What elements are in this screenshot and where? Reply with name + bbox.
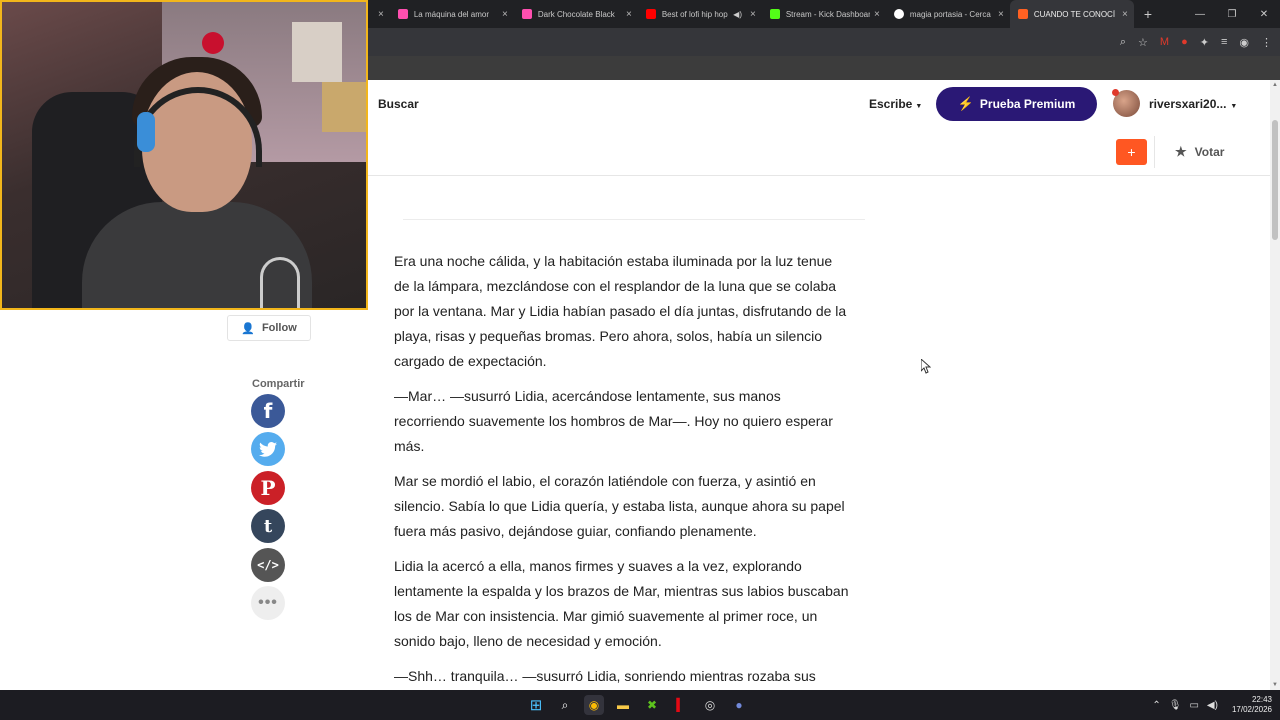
add-to-list-button[interactable]: + <box>1116 139 1147 165</box>
story-paragraph: —Shh… tranquila… —susurró Lidia, sonrien… <box>394 668 816 684</box>
volume-icon[interactable]: ◀) <box>1207 700 1218 711</box>
tab-favicon-icon <box>521 9 532 19</box>
site-header: Buscar Escribe ▼ ⚡ Prueba Premium riversx… <box>368 80 1270 176</box>
avatar[interactable] <box>1112 89 1140 117</box>
divider <box>1154 136 1155 168</box>
youtube-favicon-icon <box>645 9 656 19</box>
google-favicon-icon <box>893 9 904 19</box>
tab-title: La máquina del amor <box>413 9 489 19</box>
scroll-up-icon[interactable]: ▲ <box>1271 82 1279 88</box>
close-window-icon[interactable]: ✕ <box>1248 0 1280 28</box>
profile-icon[interactable]: ◉ <box>1239 36 1249 49</box>
app-red-icon[interactable]: ▍ <box>671 695 691 715</box>
speaker-icon[interactable]: ◀) <box>733 10 742 19</box>
network-icon[interactable]: ▭ <box>1189 700 1198 711</box>
more-options-icon[interactable]: ••• <box>251 586 285 620</box>
user-menu[interactable]: riversxari20... ▼ <box>1149 97 1237 111</box>
pinterest-icon[interactable]: P <box>251 471 285 505</box>
file-explorer-icon[interactable]: ▬ <box>613 695 633 715</box>
search-icon[interactable]: ⌕ <box>555 695 575 715</box>
tab-title: magia portasia - Cerca <box>909 9 991 19</box>
scroll-down-icon[interactable]: ▼ <box>1271 682 1279 688</box>
notification-dot <box>1112 89 1119 96</box>
xbox-icon[interactable]: ✖ <box>642 695 662 715</box>
share-heading: Compartir <box>252 378 305 390</box>
write-menu[interactable]: Escribe ▼ <box>869 97 922 111</box>
story-paragraph: Lidia la acercó a ella, manos firmes y s… <box>394 558 849 649</box>
twitter-icon[interactable] <box>251 432 285 466</box>
new-tab-button[interactable]: + <box>1144 6 1152 22</box>
tab-close-left[interactable]: × <box>378 9 384 20</box>
obs-icon[interactable]: ◎ <box>700 695 720 715</box>
extension-badge-icon[interactable]: ● <box>1181 36 1188 48</box>
vote-button[interactable]: ★ Votar <box>1175 144 1224 160</box>
vote-label: Votar <box>1194 145 1225 159</box>
content-divider <box>403 219 865 220</box>
clock-time: 22:43 <box>1251 695 1272 704</box>
tab-close-icon[interactable]: × <box>998 9 1004 20</box>
premium-label: Prueba Premium <box>979 97 1076 111</box>
story-paragraph: Era una noche cálida, y la habitación es… <box>394 253 847 369</box>
username-label: riversxari20... <box>1149 97 1227 111</box>
premium-button[interactable]: ⚡ Prueba Premium <box>936 87 1097 121</box>
clock-date: 17/02/2026 <box>1231 705 1272 714</box>
media-control-icon[interactable]: ≡ <box>1221 36 1227 48</box>
bookmark-star-icon[interactable]: ☆ <box>1138 36 1148 49</box>
windows-start-icon[interactable]: ⊞ <box>526 695 546 715</box>
tab-title: CUANDO TE CONOCÍ <box>1033 9 1116 19</box>
system-clock[interactable]: 22:43 17/02/2026 <box>1232 695 1272 715</box>
add-user-icon: 👤 <box>241 322 255 335</box>
story-paragraph: Mar se mordió el labio, el corazón latié… <box>394 473 845 539</box>
webcam-overlay <box>0 0 368 310</box>
follow-label: Follow <box>261 322 297 334</box>
zoom-icon[interactable]: ⌕ <box>1120 36 1126 49</box>
wattpad-favicon-icon <box>1017 9 1028 19</box>
write-label: Escribe <box>869 97 913 111</box>
discord-icon[interactable]: ● <box>729 695 749 715</box>
browser-tab[interactable]: Best of lofi hip hop ◀) × <box>638 0 762 28</box>
extension-m-icon[interactable]: M <box>1160 36 1169 48</box>
tab-close-icon[interactable]: × <box>502 9 508 20</box>
mouse-cursor-icon <box>921 359 931 374</box>
lightning-icon: ⚡ <box>957 96 974 111</box>
extensions-puzzle-icon[interactable]: ✦ <box>1200 36 1209 49</box>
star-icon: ★ <box>1175 144 1187 159</box>
kick-favicon-icon <box>769 9 780 19</box>
browser-toolbar: ⌕ ☆ M ● ✦ ≡ ◉ ⋮ <box>368 28 1280 56</box>
browser-tab[interactable]: Stream - Kick Dashboard × <box>762 0 886 28</box>
menu-icon[interactable]: ⋮ <box>1261 36 1272 49</box>
tab-close-icon[interactable]: × <box>626 9 632 20</box>
browser-tab[interactable]: La máquina del amor × <box>390 0 514 28</box>
minimize-icon[interactable]: — <box>1184 0 1216 28</box>
tab-title: Stream - Kick Dashboard <box>785 9 870 19</box>
tab-close-icon[interactable]: × <box>1122 9 1128 20</box>
tab-title: Dark Chocolate Black <box>537 9 615 19</box>
tray-chevron-up-icon[interactable]: ⌃ <box>1152 700 1160 711</box>
page-scrollbar[interactable]: ▲ ▼ <box>1270 80 1280 690</box>
microphone-icon[interactable]: 🎙 <box>1169 700 1182 711</box>
search-link[interactable]: Buscar <box>378 97 419 111</box>
follow-button[interactable]: 👤 Follow <box>227 315 311 341</box>
chevron-down-icon: ▼ <box>915 103 923 110</box>
window-controls: — ❐ ✕ <box>1184 0 1280 28</box>
tab-favicon-icon <box>397 9 408 19</box>
chrome-icon[interactable]: ◉ <box>584 695 604 715</box>
browser-tab-active[interactable]: CUANDO TE CONOCÍ × <box>1009 0 1134 28</box>
restore-icon[interactable]: ❐ <box>1216 0 1248 28</box>
tumblr-icon[interactable]: t <box>251 509 285 543</box>
tab-close-icon[interactable]: × <box>874 9 880 20</box>
chevron-down-icon: ▼ <box>1230 103 1238 110</box>
story-text: Era una noche cálida, y la habitación es… <box>394 249 850 699</box>
browser-tab[interactable]: Dark Chocolate Black × <box>514 0 638 28</box>
tab-close-icon[interactable]: × <box>750 9 756 20</box>
tab-title: Best of lofi hip hop <box>661 9 728 19</box>
bookmarks-strip <box>368 56 1280 80</box>
facebook-icon[interactable]: f <box>251 394 285 428</box>
embed-code-icon[interactable]: </> <box>251 548 285 582</box>
browser-tab[interactable]: magia portasia - Cerca × <box>886 0 1010 28</box>
taskbar: ⊞ ⌕ ◉ ▬ ✖ ▍ ◎ ● ⌃ 🎙 ▭ ◀) 22:43 17/02/202… <box>0 690 1280 720</box>
story-paragraph: —Mar… —susurró Lidia, acercándose lentam… <box>394 388 833 454</box>
scroll-thumb[interactable] <box>1272 120 1278 240</box>
